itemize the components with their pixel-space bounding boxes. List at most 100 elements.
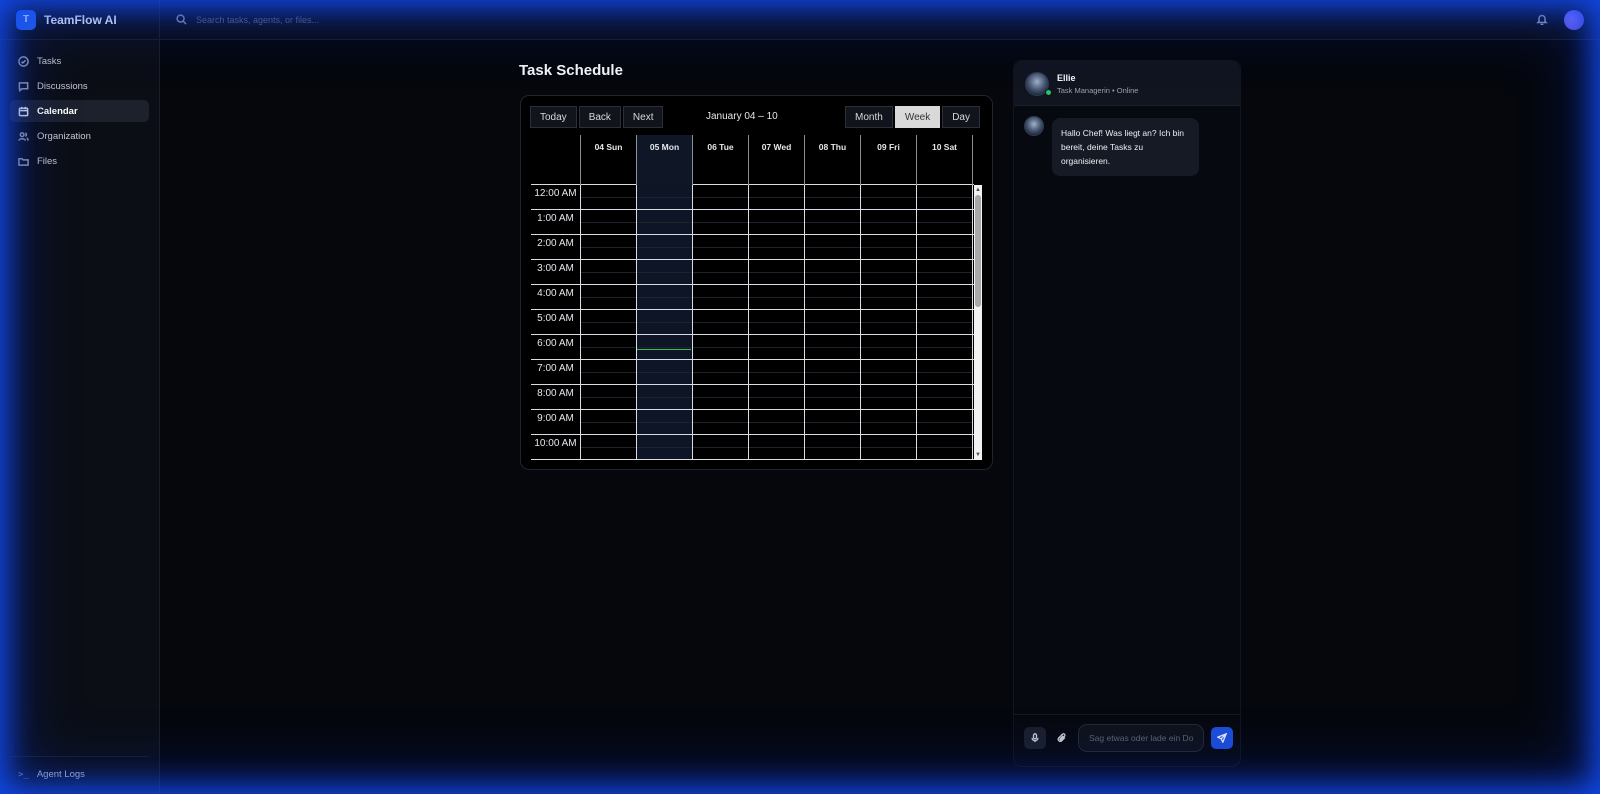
microphone-button[interactable] <box>1024 727 1046 749</box>
chat-message: Hallo Chef! Was liegt an? Ich bin bereit… <box>1052 118 1199 176</box>
time-label: 4:00 AM <box>537 288 574 299</box>
column-line <box>804 185 805 460</box>
week-grid: 04 Sun 05 Mon 06 Tue 07 Wed 08 Thu 09 Fri 10 S… <box>531 135 982 460</box>
current-time-indicator <box>637 349 691 350</box>
attach-button[interactable] <box>1051 727 1073 749</box>
column-line <box>580 185 581 460</box>
day-header[interactable]: 04 Sun <box>580 135 636 185</box>
time-label: 12:00 AM <box>534 188 577 199</box>
column-line <box>972 185 973 460</box>
time-grid[interactable]: 12:00 AM 1:00 AM 2:00 AM 3:00 AM 4:00 AM 5:00… <box>531 185 974 460</box>
half-hour-line <box>580 222 972 223</box>
back-button[interactable]: Back <box>578 106 621 128</box>
user-avatar[interactable] <box>1564 10 1584 30</box>
chat-input[interactable] <box>1078 724 1204 752</box>
search-input[interactable] <box>196 14 496 25</box>
header-gutter <box>531 135 580 185</box>
date-range-label: January 04 – 10 <box>706 111 778 122</box>
next-button[interactable]: Next <box>622 106 664 128</box>
search-icon <box>176 14 187 25</box>
calendar-toolbar: Today Back Next January 04 – 10 Month We… <box>530 106 980 128</box>
day-header[interactable]: 05 Mon <box>636 135 692 185</box>
sidebar-item-label: Files <box>37 155 58 167</box>
half-hour-line <box>580 247 972 248</box>
agent-name: Ellie <box>1057 73 1076 83</box>
time-label: 8:00 AM <box>537 388 574 399</box>
column-line <box>748 185 749 460</box>
paperclip-icon <box>1057 733 1066 742</box>
header-edge <box>972 135 973 185</box>
half-hour-line <box>580 272 972 273</box>
half-hour-line <box>580 447 972 448</box>
week-view-button[interactable]: Week <box>894 106 941 128</box>
check-circle-icon <box>18 55 29 67</box>
time-label: 6:00 AM <box>537 338 574 349</box>
day-header[interactable]: 07 Wed <box>748 135 804 185</box>
message-icon <box>18 81 29 92</box>
sidebar-footer: >_ Agent Logs <box>10 756 149 780</box>
time-label: 2:00 AM <box>537 238 574 249</box>
users-icon <box>18 131 29 141</box>
microphone-icon <box>1031 733 1039 743</box>
day-view-button[interactable]: Day <box>942 106 980 128</box>
half-hour-line <box>580 297 972 298</box>
scroll-down-icon[interactable]: ▼ <box>975 452 981 458</box>
calendar-nav-group: Today Back Next <box>530 106 665 128</box>
send-icon <box>1217 733 1227 743</box>
sidebar-item-tasks[interactable]: Tasks <box>10 50 149 72</box>
brand-name: TeamFlow AI <box>44 12 117 27</box>
column-line <box>636 185 637 460</box>
sidebar-item-organization[interactable]: Organization <box>10 125 149 147</box>
sidebar-nav: Tasks Discussions Calendar Organization … <box>0 40 159 172</box>
day-header[interactable]: 08 Thu <box>804 135 860 185</box>
day-header[interactable]: 06 Tue <box>692 135 748 185</box>
chat-composer <box>1014 714 1240 766</box>
day-header-row: 04 Sun 05 Mon 06 Tue 07 Wed 08 Thu 09 Fri 10 S… <box>531 135 974 185</box>
agent-role: Task Managerin • Online <box>1057 86 1139 95</box>
chat-panel: Ellie Task Managerin • Online Hallo Chef… <box>1013 60 1241 767</box>
grid-scrollbar[interactable]: ▲ ▼ <box>974 185 982 460</box>
time-label: 3:00 AM <box>537 263 574 274</box>
time-label: 1:00 AM <box>537 213 574 224</box>
half-hour-line <box>580 347 972 348</box>
column-line <box>692 185 693 460</box>
sidebar-item-calendar[interactable]: Calendar <box>10 100 149 122</box>
today-button[interactable]: Today <box>530 106 577 128</box>
month-view-button[interactable]: Month <box>845 106 893 128</box>
page-title: Task Schedule <box>519 62 623 79</box>
top-bar <box>160 0 1600 40</box>
time-label: 9:00 AM <box>537 413 574 424</box>
time-label: 7:00 AM <box>537 363 574 374</box>
sidebar-item-label: Discussions <box>37 80 88 92</box>
sidebar-item-files[interactable]: Files <box>10 150 149 172</box>
half-hour-line <box>580 197 972 198</box>
sidebar-item-label: Organization <box>37 130 91 142</box>
chat-header: Ellie Task Managerin • Online <box>1014 61 1240 106</box>
sidebar-item-label: Tasks <box>37 55 62 67</box>
column-line <box>916 185 917 460</box>
bell-icon[interactable] <box>1536 13 1548 25</box>
agent-logs-label: Agent Logs <box>36 769 85 780</box>
half-hour-line <box>580 372 972 373</box>
half-hour-line <box>580 322 972 323</box>
terminal-icon: >_ <box>18 769 29 780</box>
column-line <box>860 185 861 460</box>
day-header[interactable]: 09 Fri <box>860 135 916 185</box>
time-label: 5:00 AM <box>537 313 574 324</box>
send-button[interactable] <box>1211 727 1233 749</box>
online-status-dot <box>1045 89 1052 96</box>
time-label: 10:00 AM <box>534 438 577 449</box>
sidebar-item-discussions[interactable]: Discussions <box>10 75 149 97</box>
sidebar-item-label: Calendar <box>37 105 78 117</box>
message-avatar <box>1024 116 1044 136</box>
half-hour-line <box>580 422 972 423</box>
sidebar: T TeamFlow AI Tasks Discussions Calendar… <box>0 0 160 794</box>
brand-logo: T <box>16 9 36 30</box>
calendar-card: Today Back Next January 04 – 10 Month We… <box>520 95 993 470</box>
brand[interactable]: T TeamFlow AI <box>0 0 159 40</box>
day-header[interactable]: 10 Sat <box>916 135 972 185</box>
agent-logs-link[interactable]: >_ Agent Logs <box>10 769 149 780</box>
scroll-up-icon[interactable]: ▲ <box>975 187 981 193</box>
scroll-thumb[interactable] <box>975 195 981 307</box>
half-hour-line <box>580 397 972 398</box>
